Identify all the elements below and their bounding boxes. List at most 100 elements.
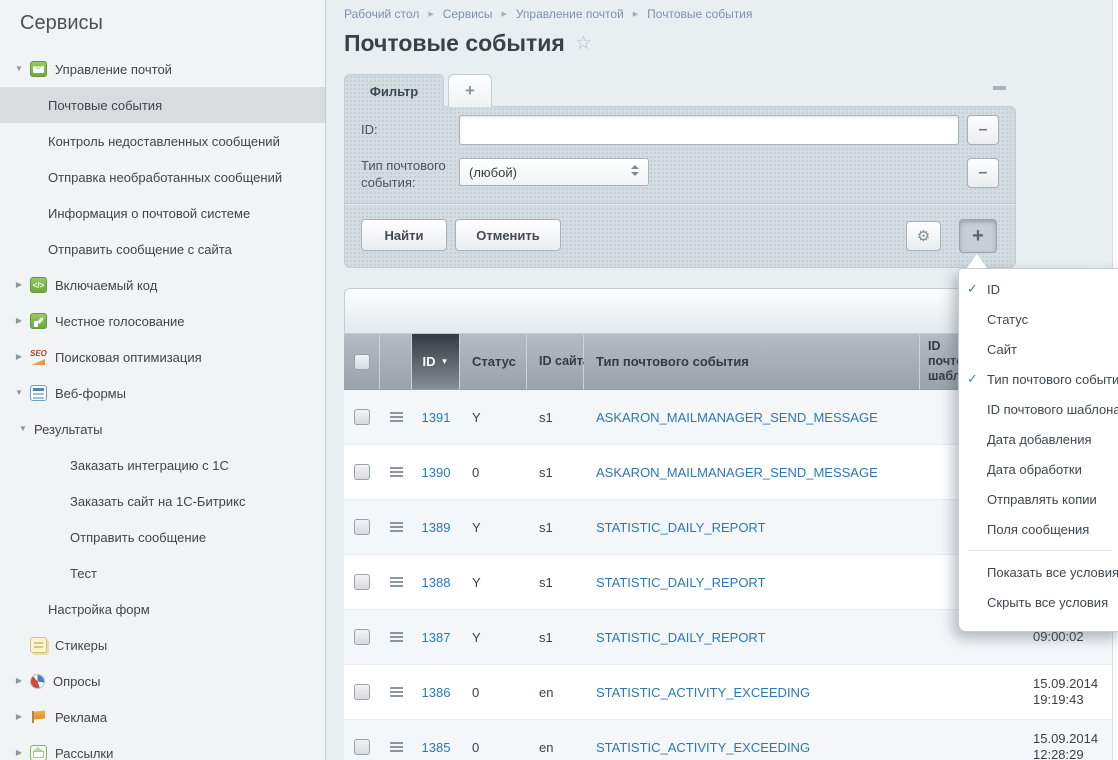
breadcrumb-mail-management[interactable]: Управление почтой bbox=[516, 7, 624, 21]
row-checkbox[interactable] bbox=[354, 519, 370, 535]
row-id-link[interactable]: 1385 bbox=[422, 740, 451, 755]
row-status: Y bbox=[460, 500, 527, 554]
row-type-link[interactable]: ASKARON_MAILMANAGER_SEND_MESSAGE bbox=[596, 410, 878, 425]
chevron-right-icon[interactable]: ▶ bbox=[12, 353, 26, 361]
sidebar-item-test[interactable]: Тест bbox=[0, 555, 325, 591]
find-button[interactable]: Найти bbox=[361, 219, 447, 251]
row-type-link[interactable]: STATISTIC_ACTIVITY_EXCEEDING bbox=[596, 740, 810, 755]
row-id-link[interactable]: 1391 bbox=[422, 410, 451, 425]
pie-chart-icon bbox=[30, 674, 45, 689]
filter-panel: ID: – Тип почтового события: (любой) – Н… bbox=[344, 106, 1016, 268]
dropdown-hide-all-conditions[interactable]: Скрыть все условия bbox=[959, 587, 1118, 617]
chevron-right-icon[interactable]: ▶ bbox=[12, 317, 26, 325]
breadcrumb-services[interactable]: Сервисы bbox=[443, 7, 493, 21]
sidebar-item-results[interactable]: ▼ Результаты bbox=[0, 411, 325, 447]
add-condition-button[interactable]: + bbox=[959, 219, 997, 253]
row-id-link[interactable]: 1386 bbox=[422, 685, 451, 700]
dropdown-item-id[interactable]: ✓ ID bbox=[959, 274, 1118, 304]
header-site-id[interactable]: ID сайта bbox=[527, 334, 584, 390]
event-type-select-value: (любой) bbox=[469, 165, 517, 180]
filter-settings-button[interactable]: ⚙ bbox=[906, 221, 941, 251]
sidebar-item-mail-events[interactable]: Почтовые события bbox=[0, 87, 325, 123]
remove-condition-button[interactable]: – bbox=[967, 158, 999, 188]
header-id[interactable]: ID ▼ bbox=[412, 334, 460, 390]
dropdown-item-date-added[interactable]: Дата добавления bbox=[959, 424, 1118, 454]
row-checkbox[interactable] bbox=[354, 684, 370, 700]
sidebar-item-mail-management[interactable]: ▼ Управление почтой bbox=[0, 51, 325, 87]
chevron-right-icon[interactable]: ▶ bbox=[12, 677, 26, 685]
row-site: en bbox=[527, 720, 584, 760]
collapse-filter-icon[interactable] bbox=[993, 86, 1006, 90]
table-row: 1385 0 en STATISTIC_ACTIVITY_EXCEEDING 1… bbox=[344, 720, 1113, 760]
select-stepper-icon bbox=[631, 165, 639, 176]
favorite-star-icon[interactable]: ☆ bbox=[575, 32, 592, 55]
web-form-icon bbox=[30, 385, 47, 401]
row-checkbox[interactable] bbox=[354, 464, 370, 480]
row-type-link[interactable]: STATISTIC_DAILY_REPORT bbox=[596, 630, 766, 645]
dropdown-show-all-conditions[interactable]: Показать все условия bbox=[959, 557, 1118, 587]
sidebar-item-newsletters[interactable]: ▶ Рассылки bbox=[0, 735, 325, 760]
row-menu-icon[interactable] bbox=[390, 522, 403, 524]
header-status[interactable]: Статус bbox=[460, 334, 527, 390]
row-id-link[interactable]: 1389 bbox=[422, 520, 451, 535]
seo-icon bbox=[30, 349, 47, 365]
row-type-link[interactable]: STATISTIC_DAILY_REPORT bbox=[596, 520, 766, 535]
chevron-right-icon[interactable]: ▶ bbox=[12, 281, 26, 289]
sidebar-item-seo[interactable]: ▶ Поисковая оптимизация bbox=[0, 339, 325, 375]
sidebar-item-send-message-from-site[interactable]: Отправить сообщение с сайта bbox=[0, 231, 325, 267]
sidebar-item-unprocessed-sending[interactable]: Отправка необработанных сообщений bbox=[0, 159, 325, 195]
sidebar-item-advertising[interactable]: ▶ Реклама bbox=[0, 699, 325, 735]
dropdown-item-event-type[interactable]: ✓ Тип почтового события bbox=[959, 364, 1118, 394]
dropdown-item-date-processed[interactable]: Дата обработки bbox=[959, 454, 1118, 484]
cancel-button[interactable]: Отменить bbox=[455, 219, 561, 251]
sidebar-item-send-message[interactable]: Отправить сообщение bbox=[0, 519, 325, 555]
row-menu-icon[interactable] bbox=[390, 577, 403, 579]
row-menu-icon[interactable] bbox=[390, 467, 403, 469]
sidebar-item-included-code[interactable]: ▶ Включаемый код bbox=[0, 267, 325, 303]
chevron-down-icon[interactable]: ▼ bbox=[16, 425, 30, 433]
row-type-link[interactable]: STATISTIC_DAILY_REPORT bbox=[596, 575, 766, 590]
sticker-icon bbox=[30, 637, 47, 653]
chevron-down-icon[interactable]: ▼ bbox=[12, 389, 26, 397]
sidebar-item-undelivered-control[interactable]: Контроль недоставленных сообщений bbox=[0, 123, 325, 159]
select-all-checkbox[interactable] bbox=[354, 354, 370, 370]
dropdown-item-send-copies[interactable]: Отправлять копии bbox=[959, 484, 1118, 514]
row-menu-icon[interactable] bbox=[390, 632, 403, 634]
row-type-link[interactable]: STATISTIC_ACTIVITY_EXCEEDING bbox=[596, 685, 810, 700]
sidebar-item-polls[interactable]: ▶ Опросы bbox=[0, 663, 325, 699]
dropdown-item-site[interactable]: Сайт bbox=[959, 334, 1118, 364]
event-type-select[interactable]: (любой) bbox=[459, 158, 649, 186]
row-menu-icon[interactable] bbox=[390, 687, 403, 689]
row-site: s1 bbox=[527, 610, 584, 664]
sidebar-menu: ▼ Управление почтой Почтовые события Кон… bbox=[0, 51, 325, 760]
row-checkbox[interactable] bbox=[354, 629, 370, 645]
sidebar-item-mail-system-info[interactable]: Информация о почтовой системе bbox=[0, 195, 325, 231]
chevron-right-icon[interactable]: ▶ bbox=[12, 749, 26, 757]
row-id-link[interactable]: 1387 bbox=[422, 630, 451, 645]
dropdown-item-message-fields[interactable]: Поля сообщения bbox=[959, 514, 1118, 544]
row-type-link[interactable]: ASKARON_MAILMANAGER_SEND_MESSAGE bbox=[596, 465, 878, 480]
remove-condition-button[interactable]: – bbox=[967, 115, 999, 145]
chevron-right-icon[interactable]: ▶ bbox=[12, 713, 26, 721]
tab-filter[interactable]: Фильтр bbox=[344, 74, 444, 107]
sidebar-item-order-bitrix-site[interactable]: Заказать сайт на 1С-Битрикс bbox=[0, 483, 325, 519]
row-id-link[interactable]: 1388 bbox=[422, 575, 451, 590]
chevron-down-icon[interactable]: ▼ bbox=[12, 65, 26, 73]
sidebar-item-honest-voting[interactable]: ▶ Честное голосование bbox=[0, 303, 325, 339]
add-filter-tab-button[interactable]: + bbox=[448, 74, 492, 107]
sidebar-item-order-1c-integration[interactable]: Заказать интеграцию с 1С bbox=[0, 447, 325, 483]
filter-id-input[interactable] bbox=[459, 115, 959, 145]
sidebar-item-form-settings[interactable]: Настройка форм bbox=[0, 591, 325, 627]
dropdown-item-status[interactable]: Статус bbox=[959, 304, 1118, 334]
dropdown-item-template-id[interactable]: ID почтового шаблона bbox=[959, 394, 1118, 424]
row-checkbox[interactable] bbox=[354, 574, 370, 590]
row-menu-icon[interactable] bbox=[390, 742, 403, 744]
header-event-type[interactable]: Тип почтового события bbox=[584, 334, 920, 390]
row-id-link[interactable]: 1390 bbox=[422, 465, 451, 480]
sidebar-item-stickers[interactable]: Стикеры bbox=[0, 627, 325, 663]
breadcrumb-desktop[interactable]: Рабочий стол bbox=[344, 7, 419, 21]
row-checkbox[interactable] bbox=[354, 409, 370, 425]
row-checkbox[interactable] bbox=[354, 739, 370, 755]
row-menu-icon[interactable] bbox=[390, 412, 403, 414]
sidebar-item-web-forms[interactable]: ▼ Веб-формы bbox=[0, 375, 325, 411]
